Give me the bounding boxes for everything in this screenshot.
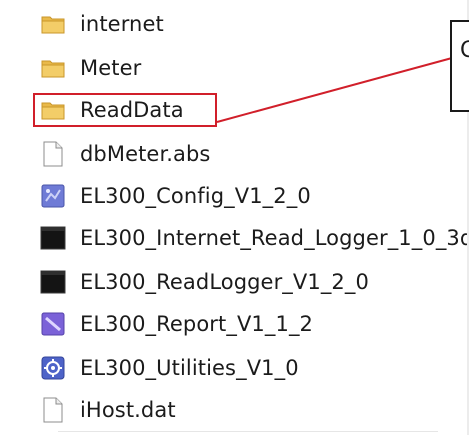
callout-box: C bbox=[450, 20, 469, 112]
callout-text: C bbox=[460, 38, 469, 63]
leader-line bbox=[216, 57, 453, 123]
